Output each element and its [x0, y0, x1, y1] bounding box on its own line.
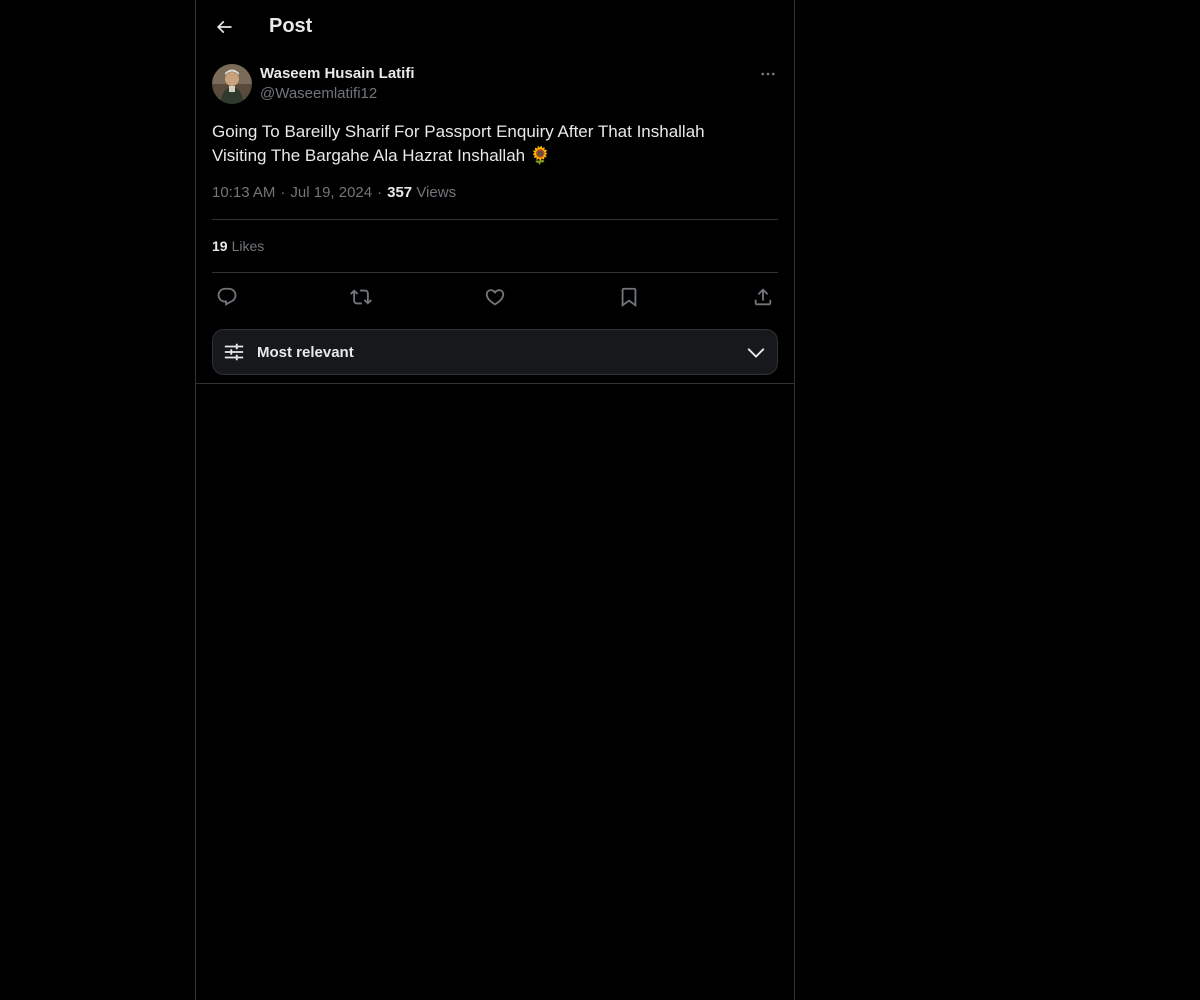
post-date[interactable]: Jul 19, 2024 [290, 184, 372, 201]
likes-row[interactable]: 19 Likes [212, 220, 778, 273]
share-icon [754, 288, 772, 306]
post-text: Going To Bareilly Sharif For Passport En… [212, 122, 705, 165]
author-name[interactable]: Waseem Husain Latifi [260, 64, 414, 84]
repost-button[interactable] [350, 286, 372, 308]
main-column: Post Waseem Husain Latifi @Waseemlatifi1… [195, 0, 795, 1000]
likes-label: Likes [231, 238, 265, 254]
reply-icon [217, 287, 237, 306]
like-button[interactable] [484, 286, 506, 308]
share-button[interactable] [752, 286, 774, 308]
views-count: 357 [387, 184, 413, 201]
post-actions [212, 273, 778, 321]
author-handle[interactable]: @Waseemlatifi12 [260, 84, 414, 104]
sliders-icon [224, 343, 244, 361]
avatar-image [212, 64, 252, 104]
post-meta: 10:13 AM · Jul 19, 2024 · 357 Views [212, 183, 778, 220]
repost-icon [350, 289, 372, 305]
post-detail: Waseem Husain Latifi @Waseemlatifi12 Goi… [196, 64, 794, 375]
heart-icon [485, 289, 505, 306]
arrow-left-icon [216, 20, 232, 33]
sort-label: Most relevant [257, 343, 354, 361]
author-names: Waseem Husain Latifi @Waseemlatifi12 [260, 64, 414, 104]
author-row: Waseem Husain Latifi @Waseemlatifi12 [212, 64, 778, 104]
likes-count: 19 [212, 238, 228, 254]
meta-separator: · [280, 184, 286, 201]
reply-sort-dropdown[interactable]: Most relevant [212, 329, 778, 375]
bookmark-button[interactable] [618, 286, 640, 308]
more-options-button[interactable] [758, 64, 778, 84]
meta-separator: · [377, 184, 383, 201]
avatar[interactable] [212, 64, 252, 104]
back-button[interactable] [207, 10, 241, 44]
reply-button[interactable] [216, 286, 238, 308]
views-label: Views [416, 184, 457, 201]
post-time[interactable]: 10:13 AM [212, 184, 275, 201]
bookmark-icon [621, 287, 637, 308]
page-header: Post [196, 0, 794, 53]
more-horizontal-icon [761, 72, 775, 76]
chevron-down-icon [747, 348, 765, 358]
section-divider [196, 383, 794, 384]
page-title: Post [269, 15, 313, 37]
